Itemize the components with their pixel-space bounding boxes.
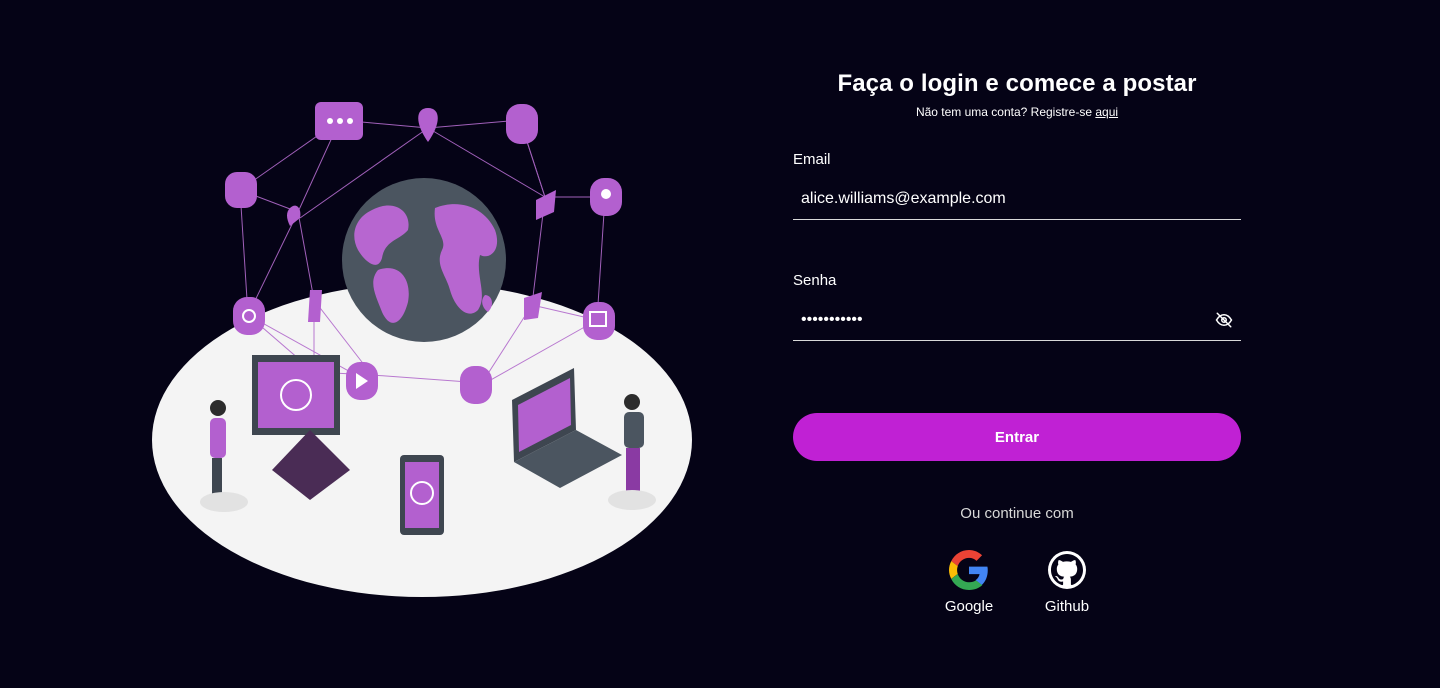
- register-text: Não tem uma conta? Registre-se: [915, 105, 1096, 119]
- password-field-container: [793, 300, 1241, 341]
- login-button[interactable]: Entrar: [793, 413, 1241, 461]
- login-form: Faça o login e comece a postar Não tem u…: [793, 0, 1241, 688]
- or-continue-with: Ou continue com: [960, 505, 1074, 522]
- page-title: Faça o login e comece a postar: [837, 70, 1197, 97]
- github-icon: [1048, 551, 1086, 589]
- github-login-button[interactable]: Github: [1027, 550, 1107, 615]
- email-field[interactable]: [793, 179, 1193, 219]
- google-icon: [949, 550, 988, 590]
- email-label: Email: [793, 151, 831, 168]
- email-field-container: [793, 179, 1241, 220]
- google-login-button[interactable]: Google: [929, 550, 1009, 615]
- password-field[interactable]: [793, 300, 1193, 340]
- password-label: Senha: [793, 272, 837, 289]
- login-illustration: [150, 90, 700, 600]
- register-link[interactable]: aqui: [1095, 105, 1118, 119]
- register-prompt: Não tem uma conta? Registre-se aqui: [793, 105, 1241, 119]
- eye-off-icon[interactable]: [1215, 311, 1233, 329]
- google-label: Google: [944, 598, 994, 615]
- github-label: Github: [1044, 598, 1090, 615]
